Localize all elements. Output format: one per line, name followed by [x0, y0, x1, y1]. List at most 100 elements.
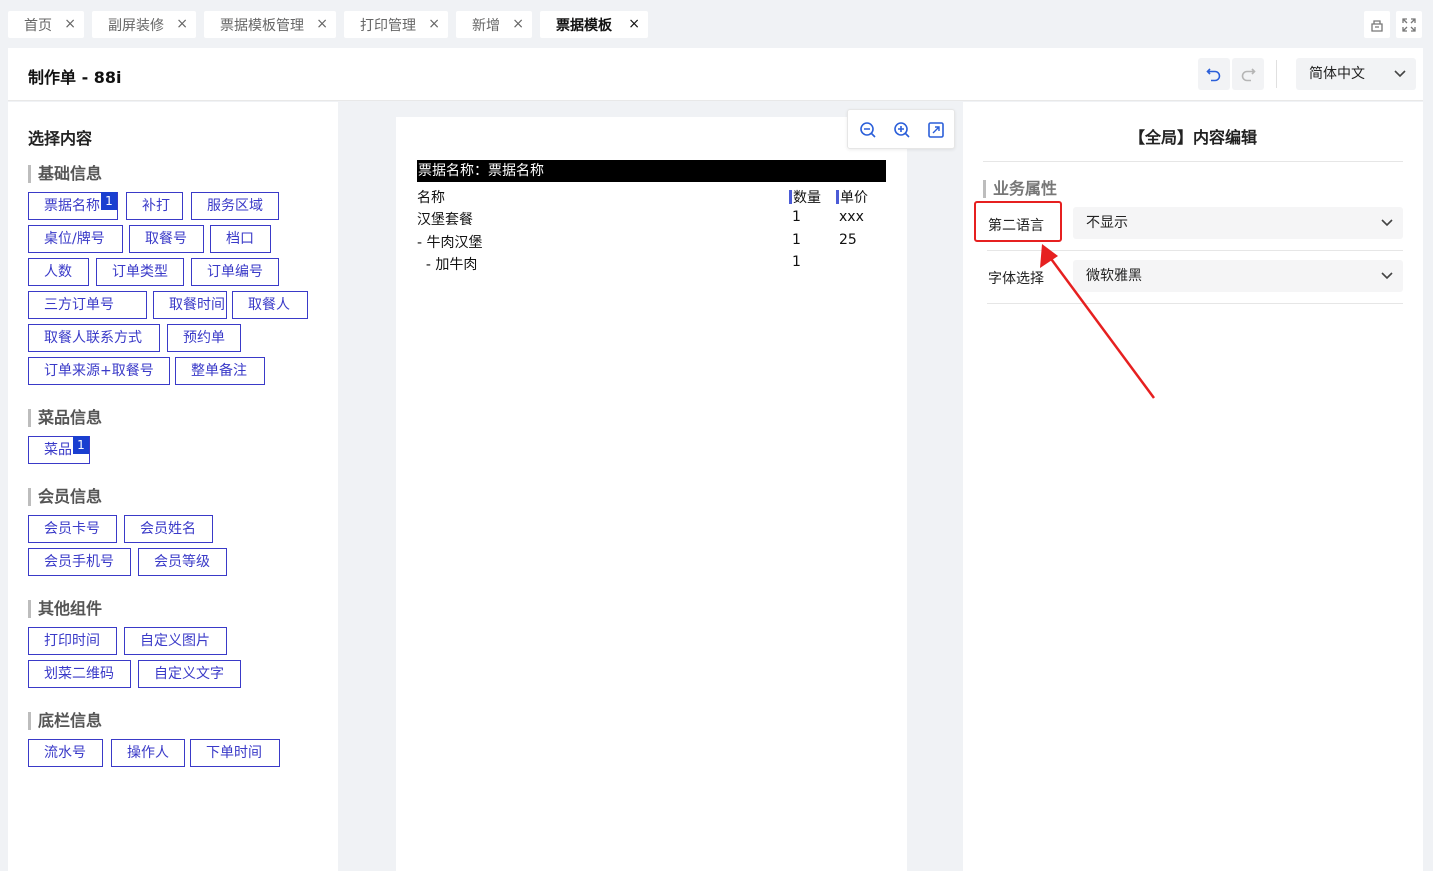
chip-operator[interactable]: 操作人: [111, 739, 185, 767]
redo-button[interactable]: [1232, 58, 1264, 90]
zoom-out-icon[interactable]: [858, 120, 878, 140]
chip-service-area[interactable]: 服务区域: [191, 192, 279, 220]
chip-custom-image[interactable]: 自定义图片: [124, 627, 227, 655]
second-language-select[interactable]: 不显示: [1073, 207, 1403, 239]
chip-label: 票据名称: [44, 198, 100, 214]
panel-title: 【全局】内容编辑: [1128, 128, 1257, 147]
tab-close-icon[interactable]: ×: [316, 16, 328, 32]
receipt-row-qty: 1: [792, 254, 801, 270]
receipt-row-name: 汉堡套餐: [417, 212, 473, 228]
tab-label: 票据模板管理: [220, 17, 304, 34]
chip-serial-number[interactable]: 流水号: [28, 739, 103, 767]
header-label: 单价: [840, 190, 868, 206]
chip-custom-text[interactable]: 自定义文字: [138, 660, 241, 688]
redo-icon: [1241, 68, 1256, 82]
receipt-row-name: - 加牛肉: [417, 257, 478, 273]
chip-order-source-pickup[interactable]: 订单来源+取餐号: [28, 357, 170, 385]
column-marker[interactable]: [789, 190, 792, 204]
page-header: 制作单 - 88i 简体中文: [8, 48, 1423, 101]
column-marker[interactable]: [836, 190, 839, 204]
chevron-down-icon: [1381, 260, 1393, 304]
chip-member-phone[interactable]: 会员手机号: [28, 548, 131, 576]
panel-title: 选择内容: [28, 129, 93, 148]
tab-label: 新增: [472, 17, 500, 34]
tab-screen-decor[interactable]: 副屏装修 ×: [92, 11, 196, 38]
tab-print-manage[interactable]: 打印管理 ×: [344, 11, 448, 38]
chip-order-time[interactable]: 下单时间: [190, 739, 280, 767]
tab-close-icon[interactable]: ×: [176, 16, 188, 32]
chevron-down-icon: [1394, 58, 1406, 102]
section-member-info: 会员信息 会员卡号 会员姓名 会员手机号 会员等级: [28, 488, 328, 583]
home-cabinet-icon[interactable]: [1364, 11, 1390, 38]
tab-new[interactable]: 新增 ×: [456, 11, 532, 38]
tab-template-manage[interactable]: 票据模板管理 ×: [204, 11, 336, 38]
chip-reservation[interactable]: 预约单: [167, 324, 241, 352]
count-badge: 1: [73, 436, 89, 454]
section-title: 其他组件: [28, 600, 328, 618]
zoom-in-icon[interactable]: [892, 120, 912, 140]
chip-pickup-number[interactable]: 取餐号: [129, 225, 204, 253]
tab-label: 打印管理: [360, 17, 416, 34]
select-value: 不显示: [1086, 215, 1128, 231]
language-value: 简体中文: [1309, 66, 1365, 82]
chip-pickup-person[interactable]: 取餐人: [232, 291, 308, 319]
section-title: 基础信息: [28, 165, 328, 183]
chip-print-time[interactable]: 打印时间: [28, 627, 117, 655]
language-select[interactable]: 简体中文: [1296, 58, 1416, 90]
tab-close-icon[interactable]: ×: [512, 16, 524, 32]
tab-close-icon[interactable]: ×: [428, 16, 440, 32]
chip-order-remark[interactable]: 整单备注: [175, 357, 265, 385]
content-selector-panel: 选择内容 基础信息 票据名称 1 补打 服务区域 桌位/牌号 取餐号 档口 人数…: [8, 102, 338, 871]
chip-reprint[interactable]: 补打: [126, 192, 183, 220]
chip-dish[interactable]: 菜品 1: [28, 436, 90, 464]
chip-pickup-contact[interactable]: 取餐人联系方式: [28, 324, 160, 352]
divider: [983, 161, 1403, 162]
receipt-row-qty: 1: [792, 232, 801, 248]
receipt-header-price: 单价: [836, 187, 868, 207]
receipt-row-price: 25: [839, 232, 857, 248]
receipt-header-qty: 数量: [789, 187, 821, 207]
receipt-header-name: 名称: [417, 190, 445, 206]
zoom-toolbar: [847, 109, 955, 149]
section-title: 业务属性: [983, 180, 1057, 198]
chip-receipt-name[interactable]: 票据名称 1: [28, 192, 118, 220]
chip-member-level[interactable]: 会员等级: [138, 548, 227, 576]
tab-bar: 首页 × 副屏装修 × 票据模板管理 × 打印管理 × 新增 × 票据模板 ×: [0, 0, 1433, 48]
fullscreen-icon[interactable]: [1396, 11, 1422, 38]
receipt-row-name: - 牛肉汉堡: [417, 235, 483, 251]
chip-pickup-time[interactable]: 取餐时间: [153, 291, 227, 319]
chevron-down-icon: [1381, 207, 1393, 251]
chip-third-party-order[interactable]: 三方订单号: [28, 291, 147, 319]
chip-label: 菜品: [44, 442, 72, 458]
page-title: 制作单 - 88i: [28, 68, 122, 87]
header-label: 数量: [793, 190, 821, 206]
chip-member-card[interactable]: 会员卡号: [28, 515, 117, 543]
tab-label: 首页: [24, 17, 52, 34]
tab-close-icon[interactable]: ×: [64, 16, 76, 32]
section-title: 菜品信息: [28, 409, 328, 427]
highlight-box: [974, 201, 1062, 242]
undo-button[interactable]: [1198, 58, 1230, 90]
section-footer-info: 底栏信息 流水号 操作人 下单时间: [28, 712, 328, 772]
section-basic-info: 基础信息 票据名称 1 补打 服务区域 桌位/牌号 取餐号 档口 人数 订单类型…: [28, 165, 328, 385]
tab-home[interactable]: 首页 ×: [8, 11, 84, 38]
section-dish-info: 菜品信息 菜品 1: [28, 409, 328, 469]
chip-order-type[interactable]: 订单类型: [96, 258, 184, 286]
receipt-paper[interactable]: [396, 117, 907, 871]
chip-member-name[interactable]: 会员姓名: [124, 515, 213, 543]
tab-receipt-template[interactable]: 票据模板 ×: [540, 11, 648, 38]
chip-table-number[interactable]: 桌位/牌号: [28, 225, 123, 253]
chip-order-number[interactable]: 订单编号: [191, 258, 279, 286]
fit-screen-icon[interactable]: [926, 120, 946, 140]
chip-dish-qrcode[interactable]: 划菜二维码: [28, 660, 131, 688]
receipt-row-qty: 1: [792, 209, 801, 225]
section-title: 底栏信息: [28, 712, 328, 730]
tab-label: 副屏装修: [108, 17, 164, 34]
receipt-title-bar[interactable]: 票据名称：票据名称: [417, 160, 886, 182]
annotation-arrow-icon: [1040, 244, 1156, 399]
tab-close-icon[interactable]: ×: [628, 16, 640, 32]
header-divider: [1276, 60, 1277, 88]
chip-guest-count[interactable]: 人数: [28, 258, 89, 286]
tab-label: 票据模板: [556, 17, 612, 34]
chip-stall[interactable]: 档口: [210, 225, 271, 253]
